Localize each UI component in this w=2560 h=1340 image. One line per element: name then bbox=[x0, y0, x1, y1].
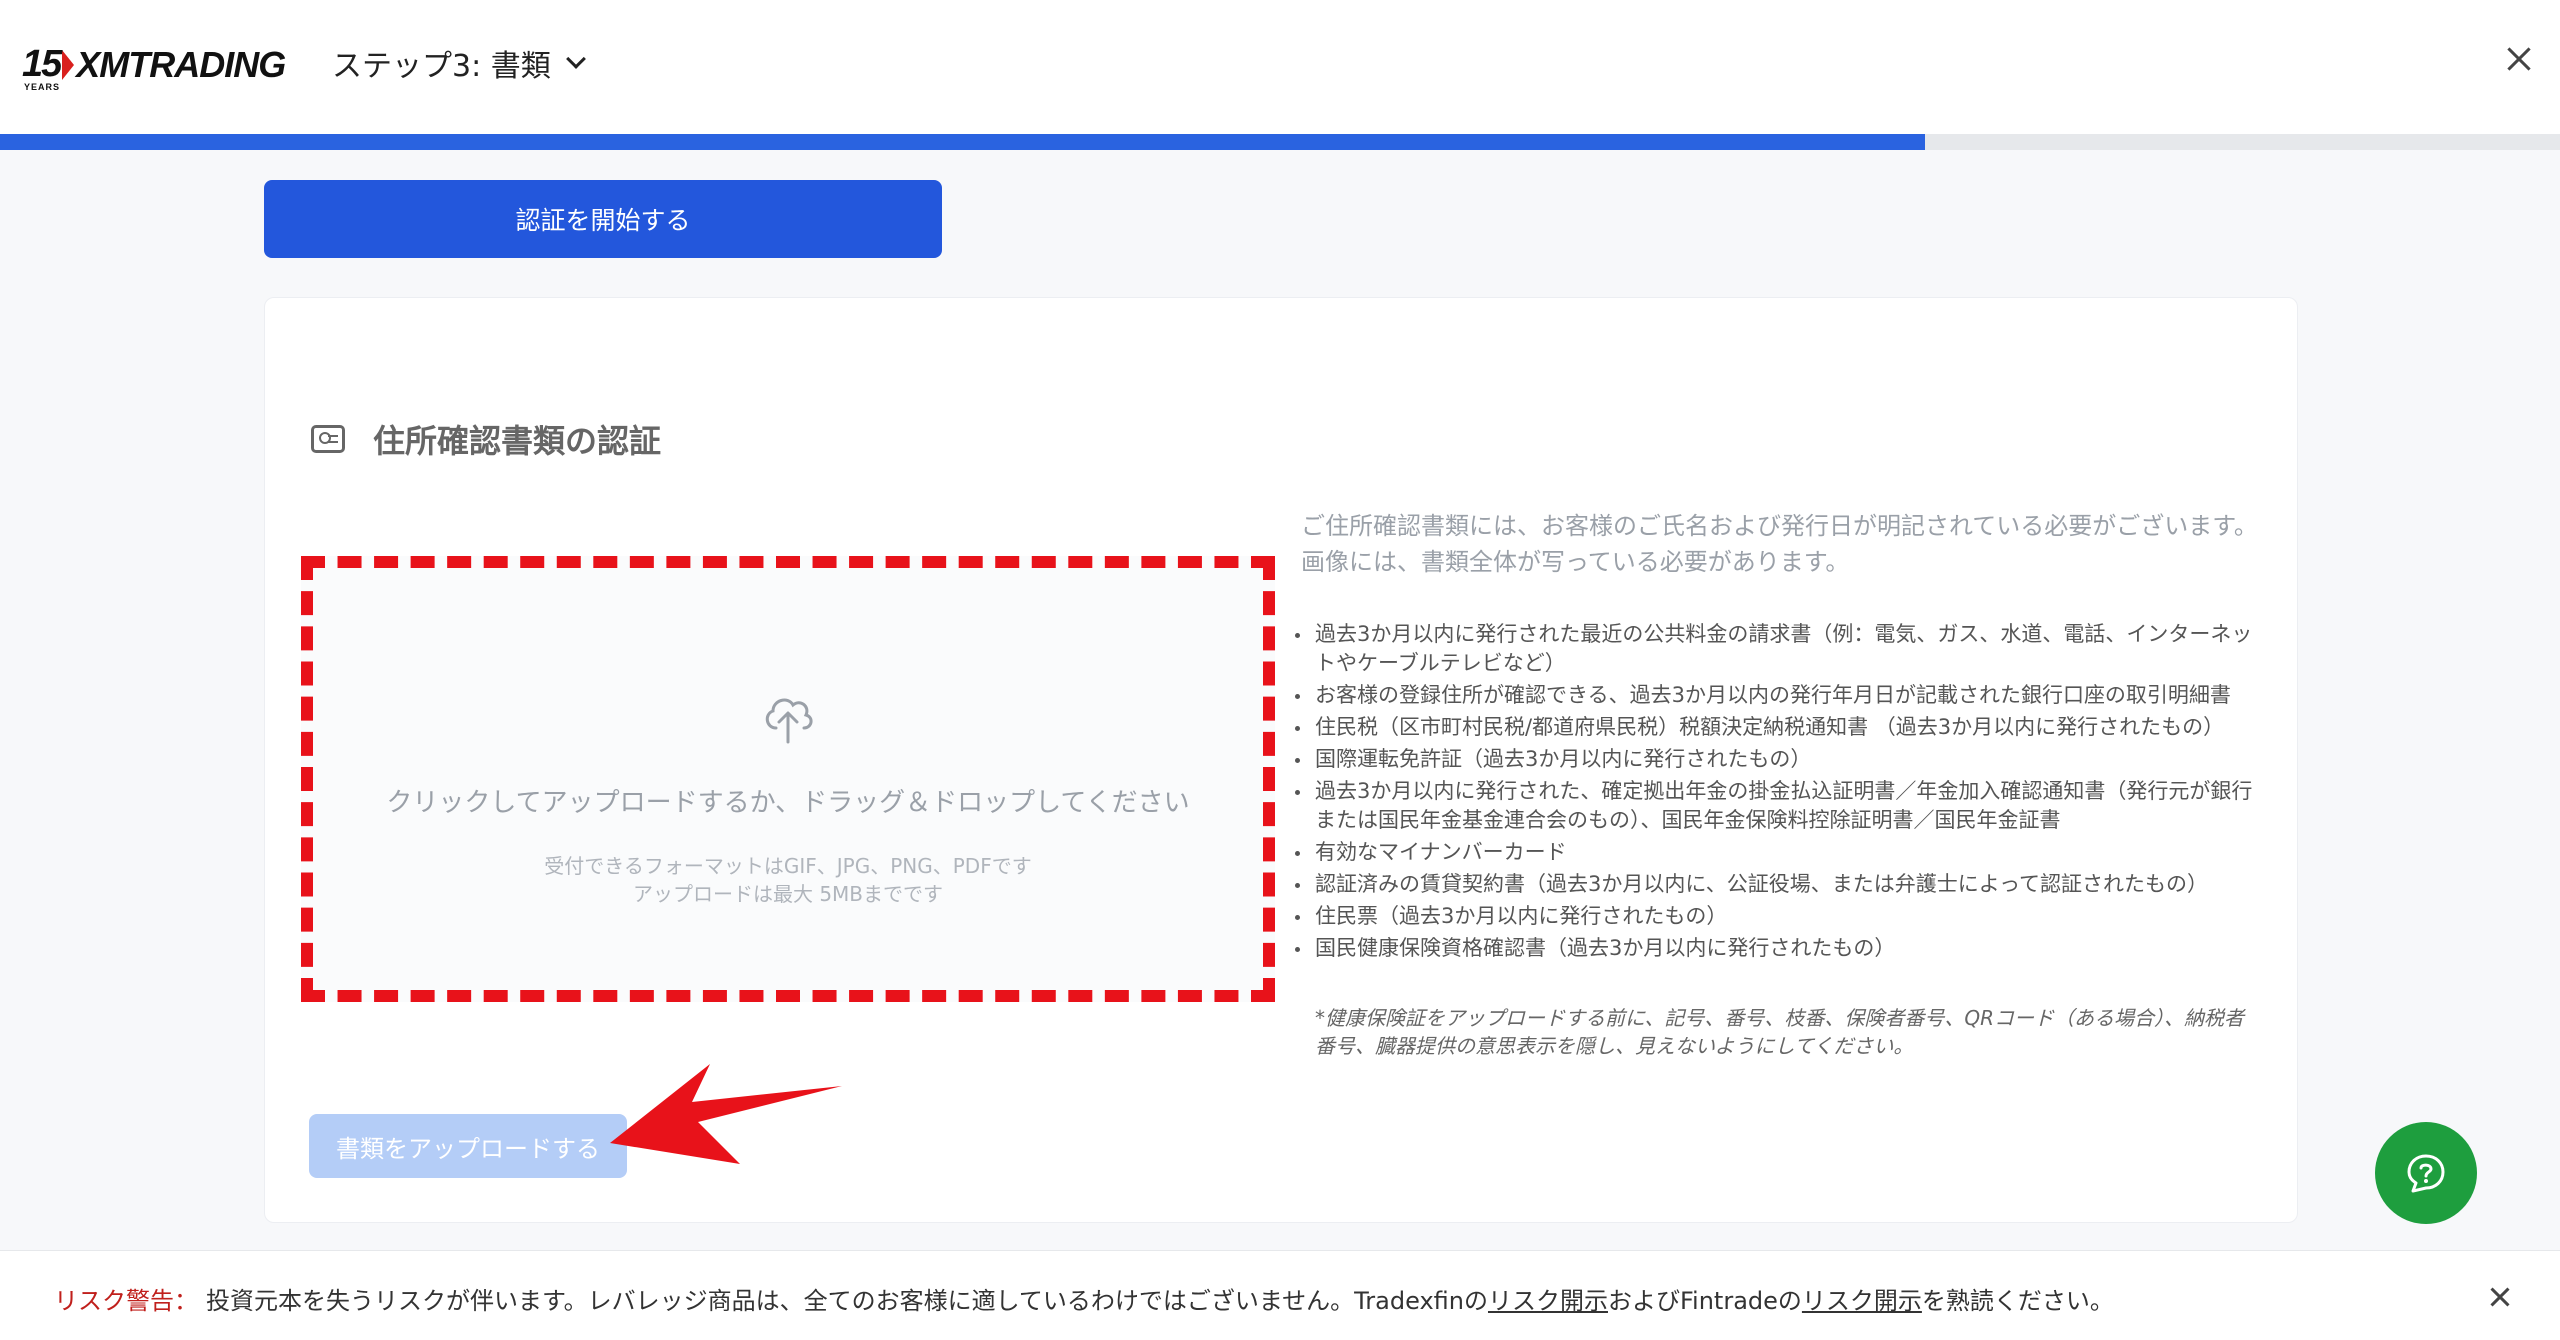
chevron-down-icon bbox=[565, 49, 586, 69]
requirements-list: 過去3か月以内に発行された最近の公共料金の請求書（例：電気、ガス、水道、電話、イ… bbox=[1293, 620, 2273, 966]
logo-years: YEARS bbox=[24, 82, 61, 92]
list-item: 認証済みの賃貸契約書（過去3か月以内に、公証役場、または弁護士によって認証された… bbox=[1293, 870, 2273, 899]
chat-help-icon bbox=[2407, 1154, 2445, 1193]
risk-text-1: 投資元本を失うリスクが伴います。レバレッジ商品は、全てのお客様に適しているわけで… bbox=[206, 1287, 1488, 1315]
logo-number: 15 bbox=[22, 43, 62, 85]
dropzone-instruction: クリックしてアップロードするか、ドラッグ＆ドロップしてください bbox=[386, 788, 1190, 818]
upload-document-button[interactable]: 書類をアップロードする bbox=[309, 1114, 627, 1178]
id-card-icon bbox=[311, 425, 345, 453]
health-insurance-note: *健康保険証をアップロードする前に、記号、番号、枝番、保険者番号、QRコード（あ… bbox=[1315, 1006, 2245, 1058]
start-verification-button[interactable]: 認証を開始する bbox=[264, 180, 942, 258]
logo-brand: XMTRADING bbox=[76, 44, 286, 85]
progress-bar bbox=[0, 134, 2560, 150]
risk-warning-bar: リスク警告： 投資元本を失うリスクが伴います。レバレッジ商品は、全てのお客様に適し… bbox=[0, 1250, 2560, 1340]
xm-logo[interactable]: 15 YEARS XMTRADING bbox=[22, 40, 286, 92]
list-item: 国際運転免許証（過去3か月以内に発行されたもの） bbox=[1293, 745, 2273, 774]
list-item: 住民票（過去3か月以内に発行されたもの） bbox=[1293, 902, 2273, 931]
list-item: 過去3か月以内に発行された最近の公共料金の請求書（例：電気、ガス、水道、電話、イ… bbox=[1293, 620, 2273, 678]
progress-fill bbox=[0, 134, 1926, 150]
step-label: ステップ3: 書類 bbox=[332, 49, 551, 84]
list-item: 住民税（区市町村民税/都道府県民税）税額決定納税通知書 （過去3か月以内に発行さ… bbox=[1293, 713, 2273, 742]
list-item: 有効なマイナンバーカード bbox=[1293, 838, 2273, 867]
step-selector[interactable]: ステップ3: 書類 bbox=[332, 40, 586, 86]
top-header: 15 YEARS XMTRADING ステップ3: 書類 bbox=[0, 0, 2560, 134]
chat-help-button[interactable] bbox=[2375, 1122, 2477, 1224]
dropzone-formats: 受付できるフォーマットはGIF、JPG、PNG、PDFです bbox=[544, 854, 1032, 878]
risk-label: リスク警告： bbox=[54, 1287, 198, 1315]
address-verification-card: 住所確認書類の認証 クリックしてアップロードするか、ドラッグ＆ドロップしてくださ… bbox=[264, 297, 2298, 1223]
logo-flag-icon bbox=[62, 50, 75, 80]
risk-text-3: を熟読ください。 bbox=[1921, 1287, 2114, 1315]
cloud-upload-icon bbox=[765, 698, 813, 744]
risk-text-2: およびFintradeの bbox=[1607, 1287, 1802, 1315]
list-item: 過去3か月以内に発行された、確定拠出年金の掛金払込証明書／年金加入確認通知書（発… bbox=[1293, 777, 2273, 835]
close-icon[interactable] bbox=[2488, 1285, 2512, 1309]
list-item: 国民健康保険資格確認書（過去3か月以内に発行されたもの） bbox=[1293, 934, 2273, 963]
risk-disclosure-link-1[interactable]: リスク開示 bbox=[1488, 1287, 1608, 1315]
card-title: 住所確認書類の認証 bbox=[311, 416, 661, 462]
upload-dropzone[interactable]: クリックしてアップロードするか、ドラッグ＆ドロップしてください 受付できるフォー… bbox=[301, 556, 1275, 1002]
requirements-description: ご住所確認書類には、お客様のご氏名および発行日が明記されている必要がございます。… bbox=[1301, 512, 2258, 576]
risk-warning-text: リスク警告： 投資元本を失うリスクが伴います。レバレッジ商品は、全てのお客様に適し… bbox=[54, 1281, 2114, 1316]
risk-disclosure-link-2[interactable]: リスク開示 bbox=[1802, 1287, 1922, 1315]
dropzone-size-limit: アップロードは最大 5MBまでです bbox=[632, 882, 944, 906]
card-title-text: 住所確認書類の認証 bbox=[373, 422, 662, 460]
list-item: お客様の登録住所が確認できる、過去3か月以内の発行年月日が記載された銀行口座の取… bbox=[1293, 681, 2273, 710]
close-icon[interactable] bbox=[2504, 44, 2534, 74]
annotation-arrow bbox=[610, 1064, 842, 1164]
